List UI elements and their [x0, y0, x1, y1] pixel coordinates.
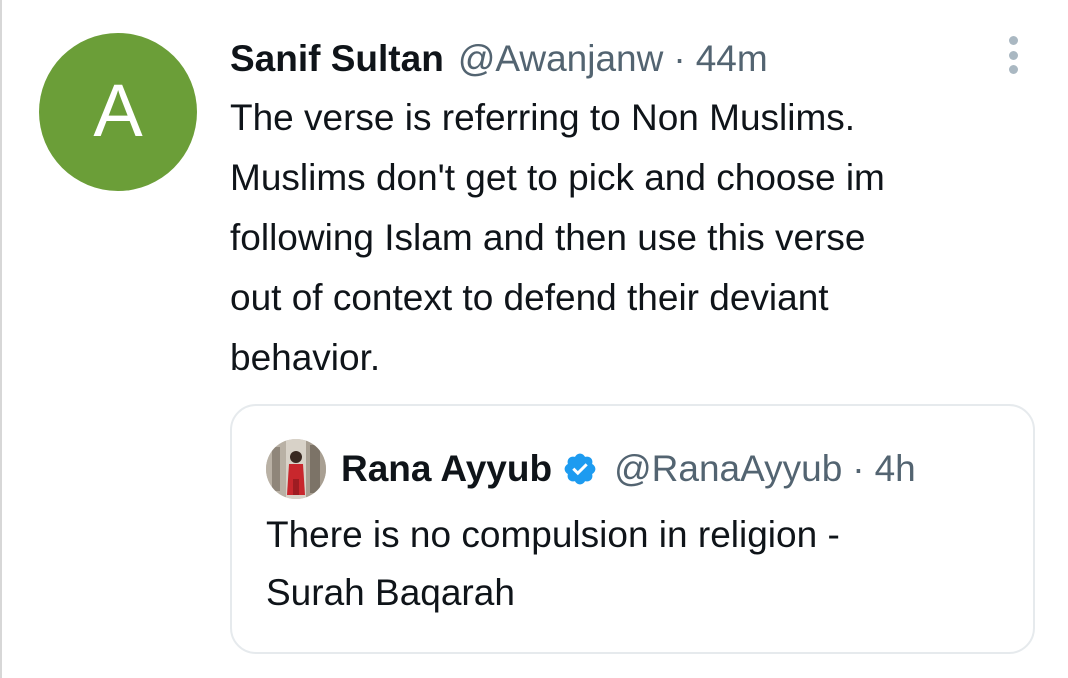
tweet-container: A Sanif Sultan @Awanjanw · 44m The verse…	[0, 0, 1068, 678]
quoted-tweet-body: There is no compulsion in religion - Sur…	[266, 506, 1006, 622]
more-dot	[1008, 65, 1018, 74]
more-dot	[1008, 36, 1018, 45]
quoted-text-line: Surah Baqarah	[266, 572, 515, 613]
quoted-author-display-name[interactable]: Rana Ayyub	[341, 448, 552, 490]
tweet-body: The verse is referring to Non Muslims. M…	[230, 88, 1040, 388]
quoted-tweet-header: Rana Ayyub @RanaAyyub · 4h	[341, 442, 916, 496]
tweet-header: Sanif Sultan @Awanjanw · 44m	[230, 36, 768, 82]
tweet-text-line: following Islam and then use this verse	[230, 217, 866, 258]
tweet-text-line: out of context to defend their deviant	[230, 277, 829, 318]
quoted-tweet-card[interactable]: Rana Ayyub @RanaAyyub · 4h There is no c…	[230, 404, 1035, 654]
tweet-text-line: The verse is referring to Non Muslims.	[230, 97, 856, 138]
more-dot	[1008, 50, 1018, 60]
tweet-text-line: behavior.	[230, 337, 381, 378]
quoted-text-line: There is no compulsion in religion -	[266, 514, 840, 555]
author-handle[interactable]: @Awanjanw	[458, 38, 664, 80]
avatar-initial: A	[93, 69, 143, 152]
tweet-timestamp[interactable]: 44m	[696, 38, 768, 80]
verified-badge-icon	[564, 453, 596, 485]
author-avatar[interactable]: A	[39, 33, 197, 191]
quoted-tweet-timestamp[interactable]: 4h	[875, 448, 916, 490]
more-vertical-icon[interactable]	[1000, 36, 1026, 74]
quoted-author-handle[interactable]: @RanaAyyub	[614, 448, 842, 490]
profile-photo-icon	[266, 439, 326, 499]
quoted-header-separator: ·	[852, 448, 865, 489]
quoted-author-avatar[interactable]	[266, 439, 326, 499]
header-separator: ·	[673, 38, 686, 79]
tweet-text-line: Muslims don't get to pick and choose im	[230, 157, 885, 198]
author-display-name[interactable]: Sanif Sultan	[230, 38, 444, 80]
